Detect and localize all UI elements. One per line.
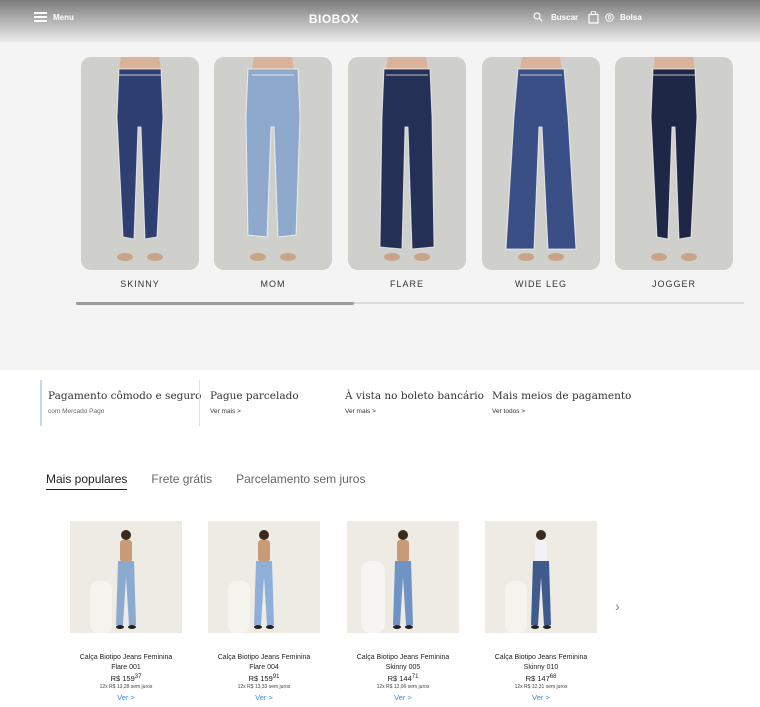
category-image (482, 57, 600, 270)
payment-more: Mais meios de pagamento Ver todos > (492, 390, 631, 436)
payment-title: Pagamento cômodo e seguro (48, 390, 202, 402)
product-installments: 12x R$ 12,31 sem juros (514, 684, 568, 690)
product-card[interactable]: Calça Biotipo Jeans Feminina Skinny 005 R… (347, 521, 459, 702)
bag-label: Bolsa (620, 13, 642, 22)
product-view-link[interactable]: Ver > (70, 693, 182, 702)
payment-link[interactable]: Ver mais > (345, 408, 484, 415)
product-price: R$ 14768 (525, 674, 557, 683)
product-tabs: Mais populares Frete grátis Parcelamento… (46, 472, 365, 490)
chevron-right-icon[interactable]: › (615, 598, 620, 614)
payment-link[interactable]: Ver mais > (210, 408, 299, 415)
search-icon (533, 12, 543, 22)
carousel-scrollbar[interactable] (76, 301, 744, 305)
product-view-link[interactable]: Ver > (208, 693, 320, 702)
product-view-link[interactable]: Ver > (485, 693, 597, 702)
search-label: Buscar (551, 12, 579, 22)
category-label: SKINNY (120, 279, 160, 289)
product-image[interactable] (70, 521, 182, 633)
payment-title: Mais meios de pagamento (492, 390, 632, 402)
product-price: R$ 14471 (387, 674, 419, 683)
category-label: JOGGER (651, 279, 696, 289)
product-name[interactable]: Calça Biotipo Jeans Feminina Skinny 010 (485, 653, 597, 672)
product-name[interactable]: Calça Biotipo Jeans Feminina Flare 004 (208, 653, 320, 672)
product-price: R$ 15937 (110, 674, 142, 683)
product-card[interactable]: Calça Biotipo Jeans Feminina Flare 004 R$… (208, 521, 320, 702)
category-label: WIDE LEG (514, 279, 567, 289)
product-name[interactable]: Calça Biotipo Jeans Feminina Flare 001 (70, 653, 182, 672)
category-image (615, 57, 733, 270)
category-carousel: SKINNY MOM FLARE WIDE LEG JOGGER (0, 42, 760, 370)
product-image[interactable] (208, 521, 320, 633)
product-card[interactable]: Calça Biotipo Jeans Feminina Flare 001 R$… (70, 521, 182, 702)
product-name[interactable]: Calça Biotipo Jeans Feminina Skinny 005 (347, 653, 459, 672)
product-view-link[interactable]: Ver > (347, 693, 459, 702)
product-installments: 12x R$ 13,33 sem juros (237, 684, 291, 690)
category-card-skinny[interactable]: SKINNY (81, 57, 199, 289)
product-image[interactable] (347, 521, 459, 633)
category-image (81, 57, 199, 270)
category-card-mom[interactable]: MOM (214, 57, 332, 289)
tab-frete-gratis[interactable]: Frete grátis (151, 472, 212, 490)
category-image (348, 57, 466, 270)
bag-button[interactable]: 0 Bolsa (588, 11, 642, 24)
category-image (214, 57, 332, 270)
payment-title: Pague parcelado (210, 390, 299, 402)
tab-parcelamento[interactable]: Parcelamento sem juros (236, 472, 365, 490)
top-header: Menu BIOBOX Buscar 0 Bolsa (0, 0, 760, 42)
product-installments: 12x R$ 13,28 sem juros (99, 684, 153, 690)
category-card-wide-leg[interactable]: WIDE LEG (482, 57, 600, 289)
product-card[interactable]: Calça Biotipo Jeans Feminina Skinny 010 R… (485, 521, 597, 702)
category-card-flare[interactable]: FLARE (348, 57, 466, 289)
payment-installments: Pague parcelado Ver mais > (199, 380, 299, 426)
bag-count-badge: 0 (605, 13, 614, 22)
payment-link[interactable]: Ver todos > (492, 408, 631, 415)
shopping-bag-icon (588, 11, 599, 24)
tab-mais-populares[interactable]: Mais populares (46, 472, 128, 490)
product-installments: 12x R$ 12,06 sem juros (376, 684, 430, 690)
payment-secure: Pagamento cômodo e seguro com Mercado Pa… (40, 380, 202, 426)
payment-title: À vista no boleto bancário (345, 390, 484, 402)
category-label: MOM (260, 279, 286, 289)
payment-boleto: À vista no boleto bancário Ver mais > (345, 390, 484, 436)
payment-sub: com Mercado Pago (48, 408, 105, 415)
product-image[interactable] (485, 521, 597, 633)
category-label: FLARE (389, 279, 424, 289)
carousel-scroll-thumb[interactable] (76, 301, 354, 305)
product-price: R$ 15991 (248, 674, 280, 683)
category-card-jogger[interactable]: JOGGER (615, 57, 733, 289)
search-button[interactable]: Buscar (533, 12, 578, 22)
